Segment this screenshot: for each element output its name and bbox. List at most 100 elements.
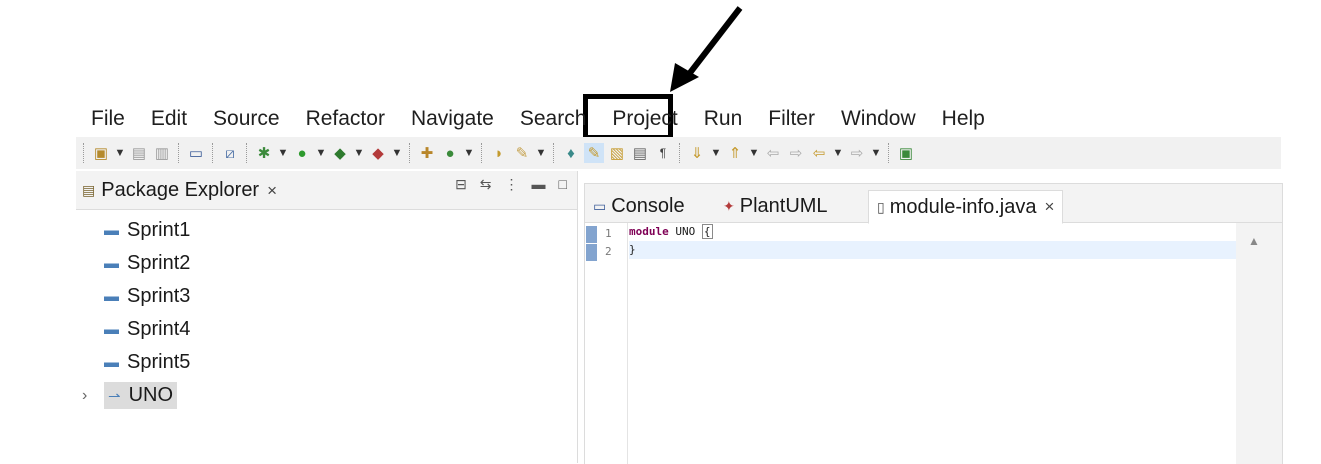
tab-plantuml[interactable]: ✦ PlantUML (723, 191, 828, 221)
chevron-down-icon[interactable]: ▼ (391, 143, 403, 163)
new-icon[interactable]: ▣ (91, 143, 111, 163)
tab-package-explorer[interactable]: ▤ Package Explorer × (82, 179, 277, 202)
toolbar-separator (246, 143, 248, 163)
menu-file[interactable]: File (78, 107, 138, 131)
menu-search[interactable]: Search (507, 107, 600, 131)
tree-item-label: UNO (128, 384, 174, 406)
run-icon[interactable]: ● (292, 143, 312, 163)
new-java-package-icon[interactable]: ✚ (417, 143, 437, 163)
pin-editor-icon[interactable]: ▣ (896, 143, 916, 163)
maximize-icon[interactable]: □ (559, 176, 567, 193)
chevron-down-icon[interactable]: ▼ (535, 143, 547, 163)
chevron-down-icon[interactable]: ▼ (832, 143, 844, 163)
toolbar-separator (679, 143, 681, 163)
tree-item-label: Sprint3 (127, 285, 191, 307)
external-tools-icon[interactable]: ◆ (368, 143, 388, 163)
back-icon[interactable]: ⇦ (809, 143, 829, 163)
toolbar-separator (409, 143, 411, 163)
toggle-annotation-icon[interactable]: ♦ (561, 143, 581, 163)
previous-annotation-icon[interactable]: ⇑ (725, 143, 745, 163)
next-annotation-icon[interactable]: ⇓ (687, 143, 707, 163)
close-icon[interactable]: × (267, 181, 277, 201)
menu-run[interactable]: Run (691, 107, 756, 131)
tab-console[interactable]: ▭ Console (593, 191, 685, 221)
pilcrow-icon[interactable]: ¶ (653, 143, 673, 163)
search-icon[interactable]: ✎ (512, 143, 532, 163)
tree-item-uno[interactable]: › ⇀ UNO (76, 379, 577, 412)
project-folder-icon: ▬ (104, 321, 119, 338)
vertical-scrollbar[interactable]: ▲ (1236, 223, 1282, 464)
tree-item-sprint2[interactable]: ▬ Sprint2 (76, 247, 577, 280)
chevron-down-icon[interactable]: ▼ (870, 143, 882, 163)
tree-item-sprint5[interactable]: ▬ Sprint5 (76, 346, 577, 379)
menu-help[interactable]: Help (929, 107, 998, 131)
toolbar-separator (481, 143, 483, 163)
code-text: UNO (668, 225, 702, 238)
package-explorer-title: Package Explorer (101, 179, 260, 201)
project-folder-icon: ▬ (104, 255, 119, 272)
code-text: } (629, 243, 636, 256)
java-file-icon: ▯ (877, 198, 885, 215)
change-marker (586, 226, 597, 243)
collapse-all-icon[interactable]: ⊟ (455, 176, 467, 193)
menu-project[interactable]: Project (599, 107, 690, 131)
menu-window[interactable]: Window (828, 107, 929, 131)
tree-item-sprint3[interactable]: ▬ Sprint3 (76, 280, 577, 313)
view-menu-icon[interactable]: ⋮ (505, 176, 519, 193)
menu-refactor[interactable]: Refactor (293, 107, 398, 131)
next-edit-icon[interactable]: ⇨ (786, 143, 806, 163)
code-line[interactable]: module UNO { (629, 223, 1236, 241)
coverage-icon[interactable]: ◆ (330, 143, 350, 163)
menu-navigate[interactable]: Navigate (398, 107, 507, 131)
tab-label: module-info.java (889, 195, 1037, 218)
close-icon[interactable]: × (1044, 197, 1054, 217)
chevron-down-icon[interactable]: ▼ (114, 143, 126, 163)
chevron-down-icon[interactable]: ▼ (748, 143, 760, 163)
line-number: 2 (605, 245, 612, 258)
tree-item-sprint4[interactable]: ▬ Sprint4 (76, 313, 577, 346)
menu-filter[interactable]: Filter (755, 107, 828, 131)
forward-icon[interactable]: ⇨ (847, 143, 867, 163)
mark-occurrences-icon[interactable]: ✎ (584, 143, 604, 163)
editor-panel: ▭ Console ✦ PlantUML ▯ module-info.java … (584, 183, 1283, 464)
toolbar-separator (83, 143, 85, 163)
terminal-icon[interactable]: ▭ (186, 143, 206, 163)
chevron-down-icon[interactable]: ▼ (277, 143, 289, 163)
open-type-icon[interactable]: ◗ (489, 143, 509, 163)
line-number: 1 (605, 227, 612, 240)
toolbar-separator (888, 143, 890, 163)
minimize-icon[interactable]: ▬ (532, 176, 546, 193)
chevron-down-icon[interactable]: ▼ (710, 143, 722, 163)
show-whitespace-icon[interactable]: ▧ (607, 143, 627, 163)
keyword: module (629, 225, 669, 238)
toolbar-separator (212, 143, 214, 163)
chevron-down-icon[interactable]: ▼ (315, 143, 327, 163)
package-explorer-toolbar: ⊟ ⇆ ⋮ ▬ □ (455, 176, 567, 193)
chevron-down-icon[interactable]: ▼ (463, 143, 475, 163)
project-tree: ▬ Sprint1 ▬ Sprint2 ▬ Sprint3 ▬ Sprint4 … (76, 210, 577, 412)
tree-item-label: Sprint2 (127, 252, 191, 274)
package-explorer-panel: ▤ Package Explorer × ⊟ ⇆ ⋮ ▬ □ ▬ Sprint1… (76, 171, 578, 463)
tab-label: Console (611, 194, 685, 217)
menu-edit[interactable]: Edit (138, 107, 200, 131)
link-with-editor-icon[interactable]: ⇆ (480, 176, 492, 193)
package-explorer-tabbar: ▤ Package Explorer × ⊟ ⇆ ⋮ ▬ □ (76, 171, 577, 210)
tree-item-label: Sprint1 (127, 219, 191, 241)
project-folder-icon: ▬ (104, 222, 119, 239)
chevron-right-icon[interactable]: › (76, 387, 104, 405)
scroll-up-icon[interactable]: ▲ (1248, 234, 1260, 248)
last-edit-icon[interactable]: ⇦ (763, 143, 783, 163)
tree-item-sprint1[interactable]: ▬ Sprint1 (76, 214, 577, 247)
code-line-current[interactable]: } (629, 241, 1236, 259)
block-selection-icon[interactable]: ▤ (630, 143, 650, 163)
save-icon[interactable]: ▤ (129, 143, 149, 163)
chevron-down-icon[interactable]: ▼ (353, 143, 365, 163)
debug-icon[interactable]: ✱ (254, 143, 274, 163)
tab-module-info[interactable]: ▯ module-info.java × (868, 190, 1064, 224)
menu-source[interactable]: Source (200, 107, 293, 131)
skip-breakpoints-icon[interactable]: ⧄ (220, 143, 240, 163)
plantuml-icon: ✦ (723, 197, 735, 214)
save-all-icon[interactable]: ▥ (152, 143, 172, 163)
new-class-icon[interactable]: ● (440, 143, 460, 163)
console-icon: ▭ (593, 197, 607, 214)
